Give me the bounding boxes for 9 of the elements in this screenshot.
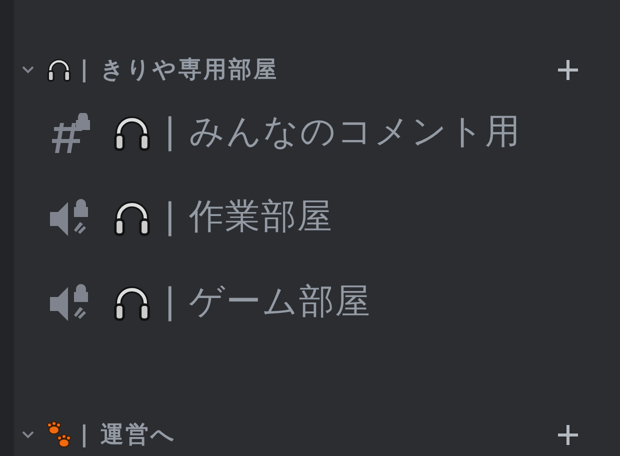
paw-prints-icon [46,421,72,449]
channel-name[interactable]: | ゲーム部屋 [164,276,371,329]
channel-name[interactable]: | 作業部屋 [164,191,333,244]
channel-name[interactable]: | みんなのコメント用 [164,106,521,159]
headphones-icon [46,56,72,84]
category-name[interactable]: | きりや専用部屋 [80,52,278,88]
add-icon[interactable] [556,58,580,82]
add-icon[interactable] [556,423,580,447]
category-name[interactable]: | 運営へ [80,418,176,452]
